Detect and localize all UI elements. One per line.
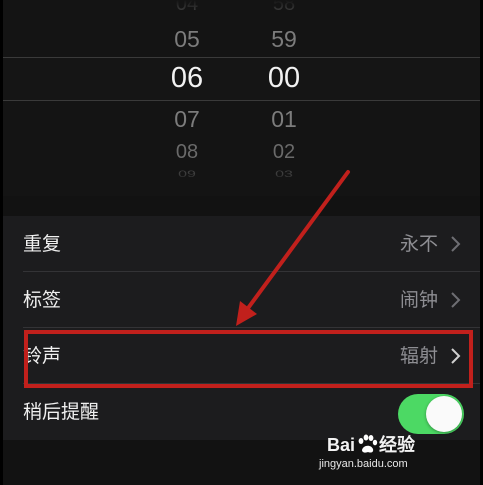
watermark-brand-left: Bai [327, 435, 356, 455]
repeat-label: 重复 [23, 233, 62, 255]
hour-wheel[interactable]: 04 05 06 07 08 09 [147, 0, 227, 196]
baidu-paw-icon [358, 434, 378, 453]
alarm-settings-list: 重复 永不 标签 闹钟 铃声 辐射 稍后提醒 [3, 216, 480, 440]
picker-fade-bottom [3, 160, 480, 196]
highlight-box [24, 330, 473, 388]
snooze-toggle[interactable] [398, 394, 464, 434]
minute-option[interactable]: 58 [244, 0, 324, 14]
hour-option[interactable]: 05 [147, 28, 227, 51]
chevron-right-icon [451, 292, 461, 308]
label-label: 标签 [23, 289, 62, 311]
minute-wheel[interactable]: 58 59 00 01 02 03 [244, 0, 324, 196]
watermark-brand-right: 经验 [379, 435, 416, 455]
minute-option-selected[interactable]: 00 [244, 64, 324, 93]
label-row[interactable]: 标签 闹钟 [3, 272, 480, 328]
toggle-knob [426, 396, 462, 432]
minute-option[interactable]: 02 [244, 142, 324, 162]
repeat-value: 永不 [399, 233, 438, 255]
alarm-edit-screen: 04 05 06 07 08 09 58 59 00 01 02 03 重复 永… [0, 0, 483, 485]
hour-option[interactable]: 07 [147, 108, 227, 131]
repeat-row[interactable]: 重复 永不 [3, 216, 480, 272]
hour-option-selected[interactable]: 06 [147, 64, 227, 93]
watermark-brand: Bai 经验 [327, 431, 415, 457]
minute-option[interactable]: 01 [244, 108, 324, 131]
chevron-right-icon [451, 236, 461, 252]
watermark-url: jingyan.baidu.com [319, 458, 408, 470]
minute-option[interactable]: 03 [244, 170, 324, 180]
picker-fade-top [3, 0, 480, 20]
time-picker[interactable]: 04 05 06 07 08 09 58 59 00 01 02 03 [3, 0, 480, 196]
hour-option[interactable]: 04 [147, 0, 227, 14]
hour-option[interactable]: 09 [147, 170, 227, 180]
label-value: 闹钟 [399, 289, 438, 311]
picker-selection-band [3, 57, 480, 101]
snooze-label: 稍后提醒 [23, 401, 100, 423]
minute-option[interactable]: 59 [244, 28, 324, 51]
baidu-jingyan-watermark: Bai 经验 jingyan.baidu.com [319, 431, 469, 477]
hour-option[interactable]: 08 [147, 142, 227, 162]
